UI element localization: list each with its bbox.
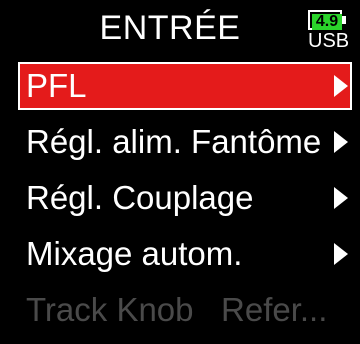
menu-item-label: Régl. Couplage <box>26 179 254 216</box>
menu-item-label: Régl. alim. Fantôme <box>26 123 322 160</box>
chevron-right-icon <box>334 187 348 209</box>
battery-tip <box>342 16 346 24</box>
chevron-right-icon <box>334 75 348 97</box>
power-source-label: USB <box>308 30 350 52</box>
input-menu: PFL Régl. alim. Fantôme Régl. Couplage M… <box>18 62 352 344</box>
battery-indicator: 4.9 USB <box>308 10 350 52</box>
battery-voltage: 4.9 <box>312 14 342 30</box>
page-title: ENTRÉE <box>99 9 241 47</box>
menu-item-phantom-power[interactable]: Régl. alim. Fantôme <box>20 120 350 164</box>
menu-item-pfl[interactable]: PFL <box>18 62 352 110</box>
menu-item-auto-mix[interactable]: Mixage autom. <box>20 232 350 276</box>
menu-item-label: Track Knob Refer... <box>26 291 328 328</box>
chevron-right-icon <box>334 243 348 265</box>
menu-item-label: PFL <box>26 67 87 104</box>
menu-item-link-settings[interactable]: Régl. Couplage <box>20 176 350 220</box>
device-screen: ENTRÉE 4.9 USB PFL Régl. alim. Fantôme R… <box>0 0 360 334</box>
menu-item-track-knob: Track Knob Refer... <box>20 288 350 332</box>
menu-item-label: Mixage autom. <box>26 235 243 272</box>
chevron-right-icon <box>334 131 348 153</box>
battery-icon: 4.9 <box>308 10 342 30</box>
